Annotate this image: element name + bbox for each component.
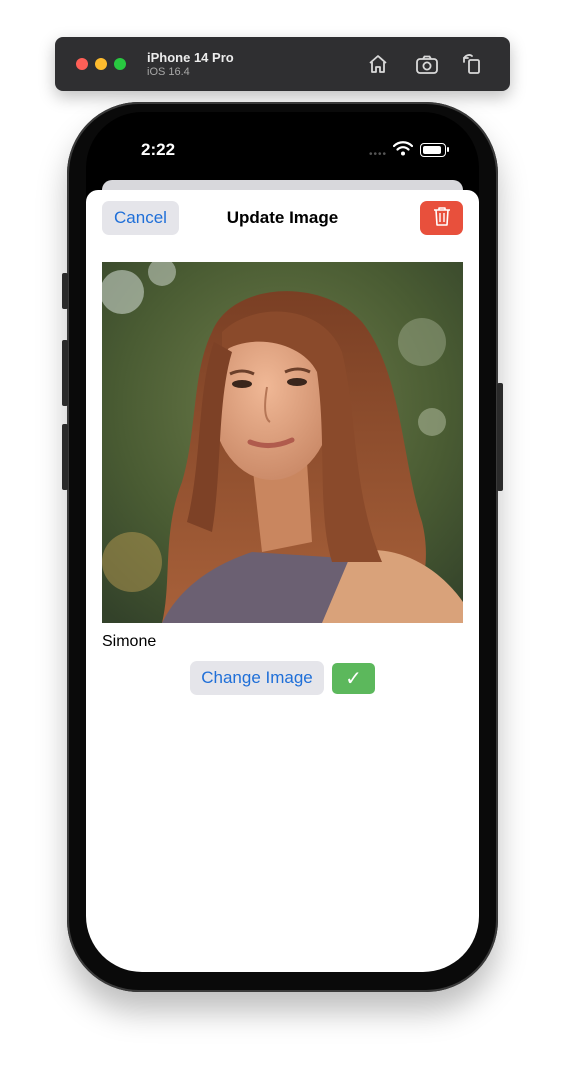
person-name: Simone xyxy=(102,633,157,650)
rotate-icon[interactable] xyxy=(459,51,485,77)
volume-up-button xyxy=(62,340,68,406)
zoom-window-button[interactable] xyxy=(114,58,126,70)
battery-icon xyxy=(420,143,449,157)
trash-icon xyxy=(433,206,451,231)
update-image-sheet: Cancel Update Image Simone Change Image … xyxy=(86,190,479,972)
delete-button[interactable] xyxy=(420,201,463,235)
signal-dots-icon: •••• xyxy=(369,149,388,160)
device-os-version: iOS 16.4 xyxy=(147,66,190,78)
checkmark-icon: ✓ xyxy=(345,668,362,690)
confirm-button[interactable]: ✓ xyxy=(332,663,375,694)
minimize-window-button[interactable] xyxy=(95,58,107,70)
profile-photo xyxy=(102,262,463,623)
screenshot-icon[interactable] xyxy=(414,51,440,77)
phone-screen: 2:22 •••• Cancel Update Image Simone Cha… xyxy=(86,112,479,972)
volume-down-button xyxy=(62,424,68,490)
action-button xyxy=(62,273,68,309)
close-window-button[interactable] xyxy=(76,58,88,70)
device-name: iPhone 14 Pro xyxy=(147,50,234,65)
status-time: 2:22 xyxy=(141,140,176,159)
power-button xyxy=(497,383,503,491)
simulator-toolbar: iPhone 14 Pro iOS 16.4 xyxy=(55,37,510,91)
home-icon[interactable] xyxy=(365,51,391,77)
change-image-button[interactable]: Change Image xyxy=(190,661,324,695)
wifi-icon xyxy=(392,141,414,161)
